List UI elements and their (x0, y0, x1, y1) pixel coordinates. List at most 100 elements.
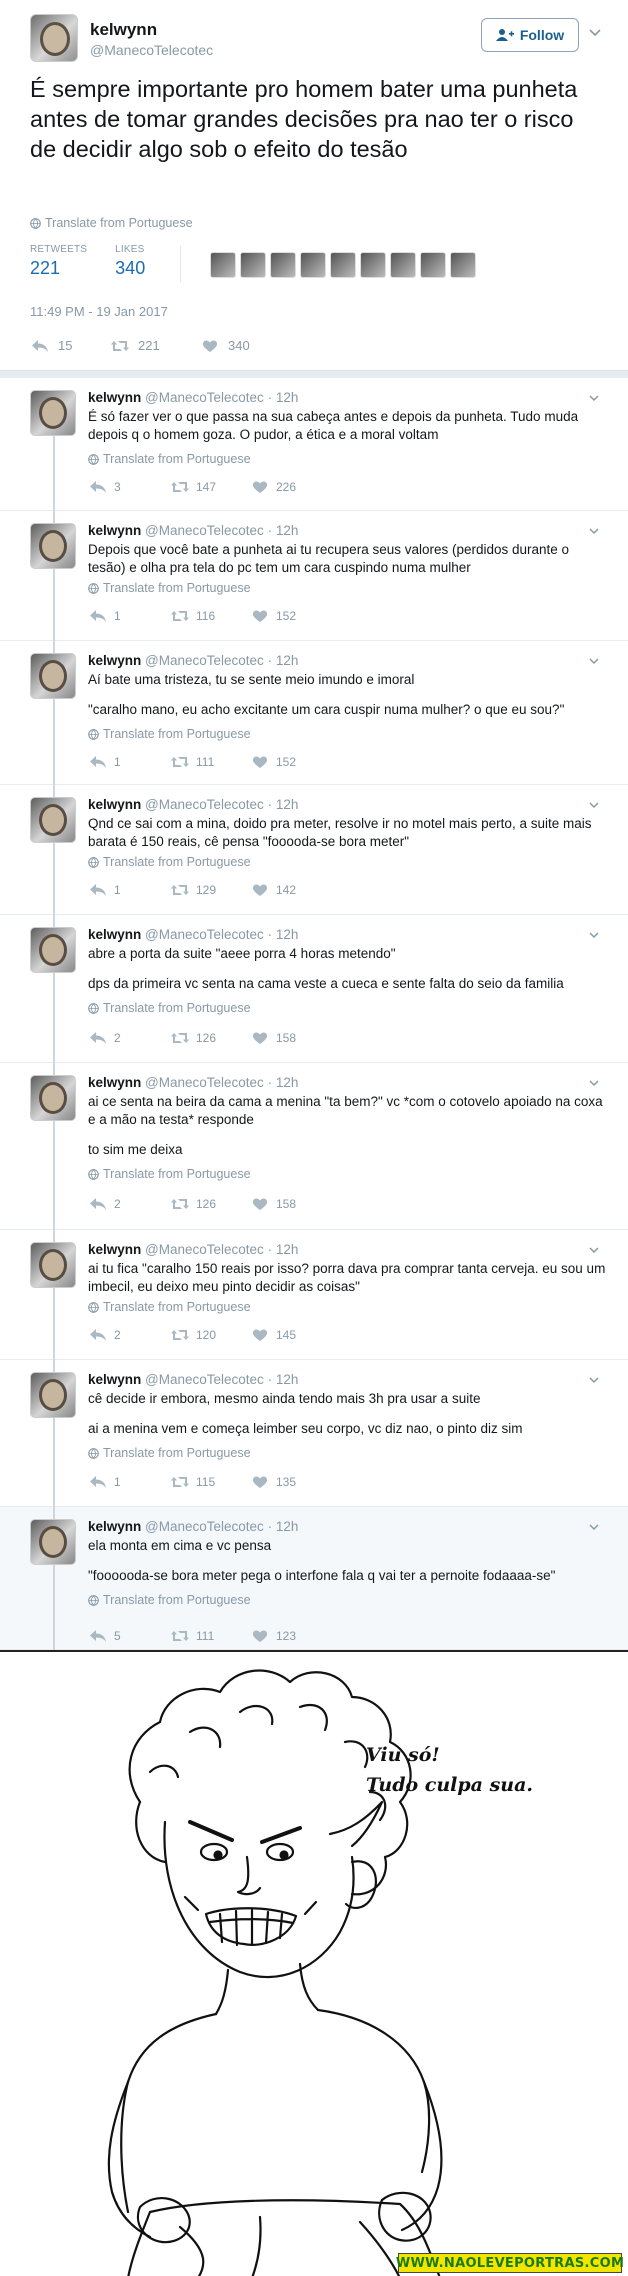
author-handle[interactable]: @ManecoTelecotec (145, 797, 264, 812)
reply-tweet[interactable]: kelwynn @ManecoTelecotec · 12h cê decide… (0, 1360, 628, 1507)
liker-avatar[interactable] (450, 252, 476, 278)
like-button[interactable]: 158 (250, 1031, 332, 1045)
avatar[interactable] (30, 523, 76, 569)
translate-link[interactable]: Translate from Portuguese (30, 216, 193, 230)
reply-button[interactable]: 3 (88, 480, 170, 494)
liker-avatar[interactable] (300, 252, 326, 278)
author-handle[interactable]: @ManecoTelecotec (145, 1519, 264, 1534)
avatar[interactable] (30, 1075, 76, 1121)
reply-time[interactable]: 12h (276, 1372, 299, 1387)
avatar[interactable] (30, 653, 76, 699)
author-name[interactable]: kelwynn (88, 1242, 141, 1257)
like-button[interactable]: 340 (200, 338, 250, 353)
author-name[interactable]: kelwynn (88, 1372, 141, 1387)
author-handle[interactable]: @ManecoTelecotec (145, 523, 264, 538)
reply-button[interactable]: 1 (88, 755, 170, 769)
liker-avatar[interactable] (360, 252, 386, 278)
reply-time[interactable]: 12h (276, 1075, 299, 1090)
reply-tweet[interactable]: kelwynn @ManecoTelecotec · 12h ai tu fic… (0, 1230, 628, 1360)
reply-time[interactable]: 12h (276, 1519, 299, 1534)
reply-tweet[interactable]: kelwynn @ManecoTelecotec · 12h Qnd ce sa… (0, 785, 628, 915)
author-name[interactable]: kelwynn (88, 653, 141, 668)
liker-avatar[interactable] (270, 252, 296, 278)
reply-time[interactable]: 12h (276, 927, 299, 942)
reply-tweet[interactable]: kelwynn @ManecoTelecotec · 12h Depois qu… (0, 511, 628, 641)
reply-time[interactable]: 12h (276, 653, 299, 668)
author-handle[interactable]: @ManecoTelecotec (145, 390, 264, 405)
like-button[interactable]: 123 (250, 1629, 332, 1643)
chevron-down-icon[interactable] (588, 1374, 600, 1386)
author-name[interactable]: kelwynn (90, 20, 157, 40)
reply-time[interactable]: 12h (276, 390, 299, 405)
avatar[interactable] (30, 797, 76, 843)
liker-avatar[interactable] (420, 252, 446, 278)
author-handle[interactable]: @ManecoTelecotec (145, 653, 264, 668)
translate-link[interactable]: Translate from Portuguese (88, 1001, 251, 1015)
reply-button[interactable]: 1 (88, 883, 170, 897)
likes-stat[interactable]: LIKES 340 (115, 244, 145, 279)
translate-link[interactable]: Translate from Portuguese (88, 855, 251, 869)
author-name[interactable]: kelwynn (88, 1075, 141, 1090)
author-handle[interactable]: @ManecoTelecotec (145, 1075, 264, 1090)
translate-link[interactable]: Translate from Portuguese (88, 1167, 251, 1181)
like-button[interactable]: 226 (250, 480, 332, 494)
reply-tweet[interactable]: kelwynn @ManecoTelecotec · 12h Aí bate u… (0, 641, 628, 785)
reply-time[interactable]: 12h (276, 1242, 299, 1257)
reply-tweet[interactable]: kelwynn @ManecoTelecotec · 12h ela monta… (0, 1507, 628, 1650)
reply-tweet[interactable]: kelwynn @ManecoTelecotec · 12h ai ce sen… (0, 1063, 628, 1230)
chevron-down-icon[interactable] (588, 799, 600, 811)
author-handle[interactable]: @ManecoTelecotec (90, 42, 213, 58)
follow-button[interactable]: Follow (481, 18, 579, 52)
avatar[interactable] (30, 14, 78, 62)
retweet-button[interactable]: 120 (170, 1328, 250, 1342)
reply-time[interactable]: 12h (276, 523, 299, 538)
author-handle[interactable]: @ManecoTelecotec (145, 1242, 264, 1257)
translate-link[interactable]: Translate from Portuguese (88, 452, 251, 466)
avatar[interactable] (30, 1519, 76, 1565)
author-name[interactable]: kelwynn (88, 1519, 141, 1534)
author-name[interactable]: kelwynn (88, 927, 141, 942)
reply-time[interactable]: 12h (276, 797, 299, 812)
like-button[interactable]: 158 (250, 1197, 332, 1211)
reply-button[interactable]: 2 (88, 1031, 170, 1045)
author-name[interactable]: kelwynn (88, 523, 141, 538)
tweet-timestamp[interactable]: 11:49 PM - 19 Jan 2017 (30, 304, 168, 319)
reply-button[interactable]: 15 (30, 338, 110, 353)
chevron-down-icon[interactable] (588, 26, 602, 40)
translate-link[interactable]: Translate from Portuguese (88, 727, 251, 741)
retweet-button[interactable]: 111 (170, 755, 250, 769)
translate-link[interactable]: Translate from Portuguese (88, 1593, 251, 1607)
chevron-down-icon[interactable] (588, 1244, 600, 1256)
translate-link[interactable]: Translate from Portuguese (88, 581, 251, 595)
reply-button[interactable]: 1 (88, 1475, 170, 1489)
liker-avatar[interactable] (390, 252, 416, 278)
reply-button[interactable]: 5 (88, 1629, 170, 1643)
chevron-down-icon[interactable] (588, 392, 600, 404)
chevron-down-icon[interactable] (588, 1077, 600, 1089)
reply-tweet[interactable]: kelwynn @ManecoTelecotec · 12h abre a po… (0, 915, 628, 1063)
avatar[interactable] (30, 1242, 76, 1288)
retweet-button[interactable]: 111 (170, 1629, 250, 1643)
reply-button[interactable]: 2 (88, 1328, 170, 1342)
chevron-down-icon[interactable] (588, 525, 600, 537)
like-button[interactable]: 152 (250, 755, 332, 769)
retweet-button[interactable]: 116 (170, 609, 250, 623)
like-button[interactable]: 142 (250, 883, 332, 897)
avatar[interactable] (30, 1372, 76, 1418)
avatar[interactable] (30, 927, 76, 973)
retweet-button[interactable]: 115 (170, 1475, 250, 1489)
translate-link[interactable]: Translate from Portuguese (88, 1446, 251, 1460)
reply-tweet[interactable]: kelwynn @ManecoTelecotec · 12h É só faze… (0, 378, 628, 511)
author-name[interactable]: kelwynn (88, 797, 141, 812)
reply-button[interactable]: 1 (88, 609, 170, 623)
author-handle[interactable]: @ManecoTelecotec (145, 927, 264, 942)
retweet-button[interactable]: 221 (110, 338, 200, 353)
retweet-button[interactable]: 147 (170, 480, 250, 494)
author-name[interactable]: kelwynn (88, 390, 141, 405)
reply-button[interactable]: 2 (88, 1197, 170, 1211)
retweet-button[interactable]: 126 (170, 1197, 250, 1211)
avatar[interactable] (30, 390, 76, 436)
chevron-down-icon[interactable] (588, 1521, 600, 1533)
chevron-down-icon[interactable] (588, 655, 600, 667)
retweet-button[interactable]: 126 (170, 1031, 250, 1045)
